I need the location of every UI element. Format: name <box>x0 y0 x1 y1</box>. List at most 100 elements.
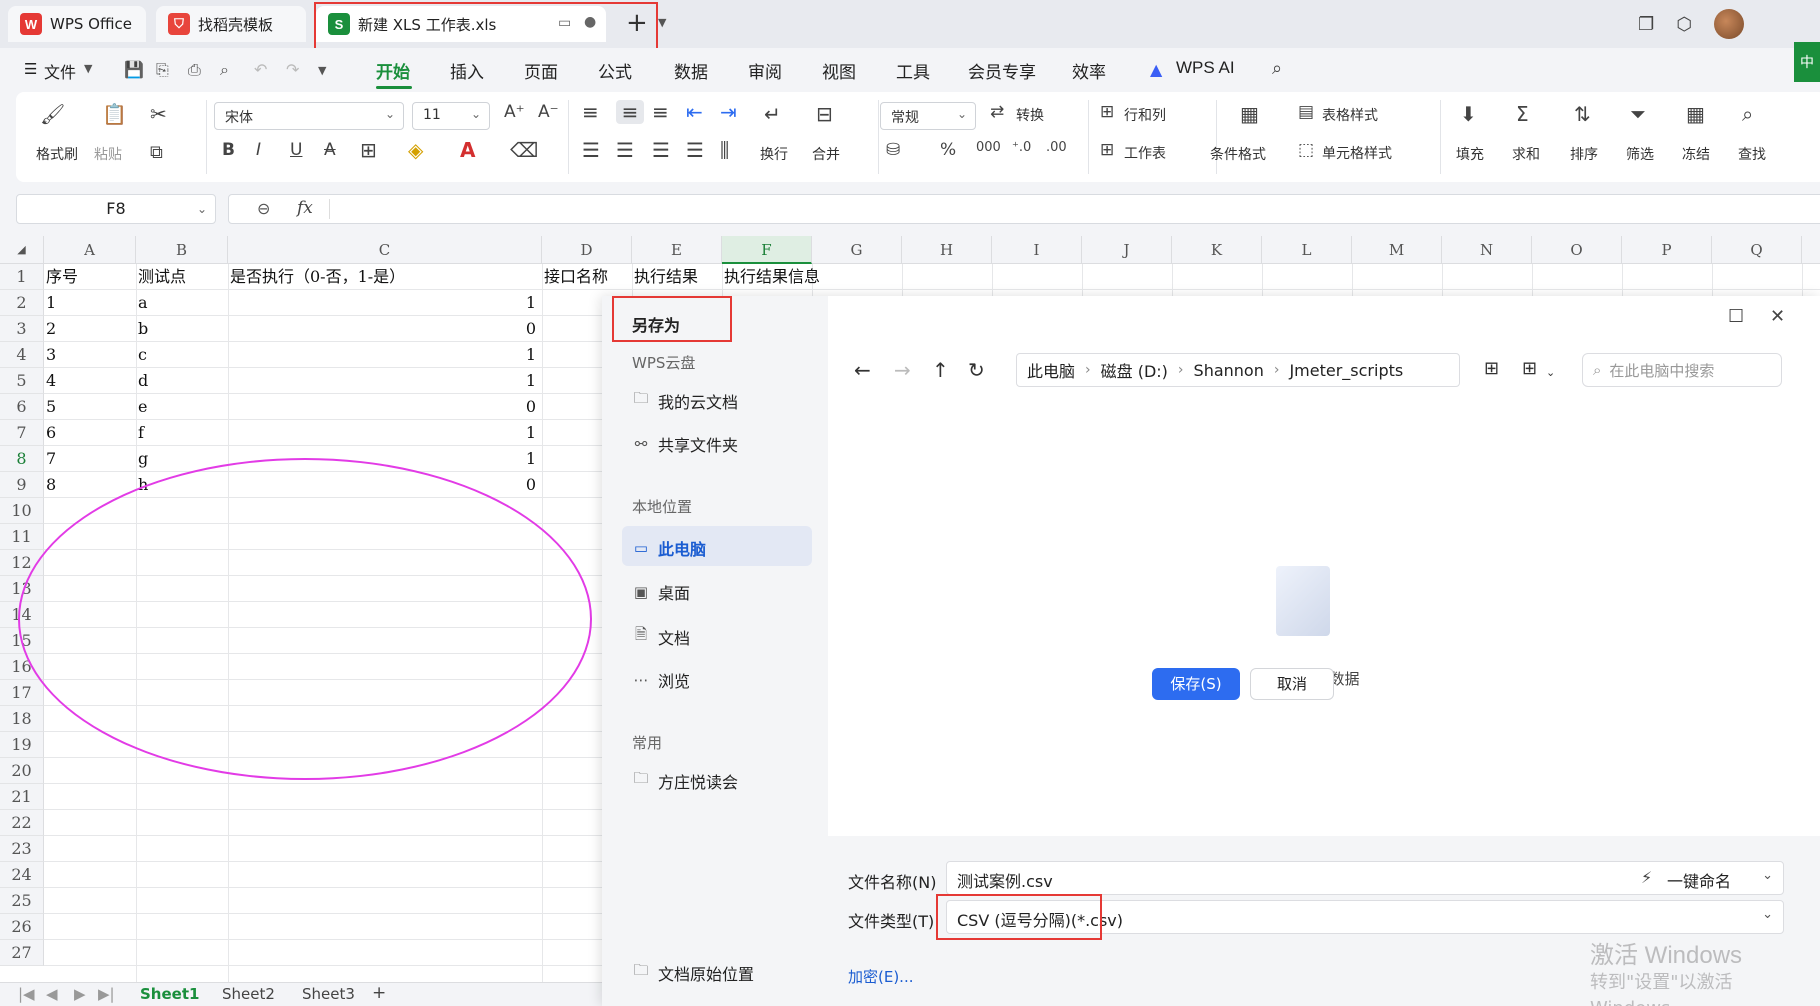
table-cell[interactable]: 0 <box>228 394 536 420</box>
table-cell[interactable]: g <box>138 446 148 472</box>
copy-icon[interactable]: ⧉ <box>150 142 163 163</box>
cut-icon[interactable]: ✂ <box>150 102 167 126</box>
row-header[interactable]: 21 <box>0 784 44 810</box>
row-header[interactable]: 25 <box>0 888 44 914</box>
format-painter-button[interactable]: 格式刷 <box>36 144 78 164</box>
row-header[interactable]: 2 <box>0 290 44 316</box>
sidebar-item-my-cloud[interactable]: 🗀 我的云文档 <box>632 388 738 413</box>
sidebar-item-reading-club[interactable]: 🗀 方庄悦读会 <box>632 768 738 793</box>
increase-decimal-icon[interactable]: ⁺.0 <box>1012 140 1031 155</box>
chevron-down-icon[interactable]: ▼ <box>84 62 92 75</box>
border-icon[interactable]: ⊞ <box>360 138 377 162</box>
table-cell[interactable]: 1 <box>228 368 536 394</box>
breadcrumb[interactable]: 此电脑 › 磁盘 (D:) › Shannon › Jmeter_scripts <box>1016 353 1460 387</box>
row-header[interactable]: 26 <box>0 914 44 940</box>
italic-icon[interactable]: I <box>256 140 261 160</box>
column-header[interactable]: H <box>902 236 992 264</box>
column-header[interactable]: K <box>1172 236 1262 264</box>
column-header[interactable]: P <box>1622 236 1712 264</box>
column-header[interactable]: Q <box>1712 236 1802 264</box>
sidebar-item-documents[interactable]: 🗎 文档 <box>632 624 690 649</box>
cancel-button[interactable]: 取消 <box>1250 668 1334 700</box>
menu-tools[interactable]: 工具 <box>896 58 930 83</box>
table-cell[interactable]: 1 <box>228 290 536 316</box>
filename-field[interactable]: 测试案例.csv ⚡ 一键命名 ⌄ <box>946 861 1784 895</box>
menu-view[interactable]: 视图 <box>822 58 856 83</box>
cube-icon[interactable]: ⬡ <box>1676 14 1692 35</box>
sort-button[interactable]: 排序 <box>1570 144 1598 164</box>
cell-style-button[interactable]: 单元格样式 <box>1322 143 1392 163</box>
header-cell[interactable]: 是否执行（0-否，1-是） <box>230 264 405 290</box>
row-col-icon[interactable]: ⊞ <box>1100 102 1114 122</box>
number-format-select[interactable]: 常规 ⌄ <box>880 102 976 130</box>
table-cell[interactable]: 7 <box>46 446 56 472</box>
table-cell[interactable]: 4 <box>46 368 56 394</box>
column-header[interactable]: G <box>812 236 902 264</box>
sidebar-item-desktop[interactable]: ▣ 桌面 <box>632 580 690 604</box>
table-cell[interactable]: b <box>138 316 148 342</box>
table-cell[interactable]: 0 <box>228 316 536 342</box>
menu-formula[interactable]: 公式 <box>598 58 632 83</box>
language-badge[interactable]: 中 <box>1794 42 1820 82</box>
view-grid-icon[interactable]: ⊞ <box>1522 358 1537 379</box>
column-header[interactable]: J <box>1082 236 1172 264</box>
print-preview-icon[interactable]: ⌕ <box>220 60 229 80</box>
maximize-icon[interactable]: ☐ <box>1728 306 1744 327</box>
font-color-icon[interactable]: A <box>460 138 475 162</box>
fill-button[interactable]: 填充 <box>1456 144 1484 164</box>
align-center-icon[interactable]: ☰ <box>616 138 634 162</box>
align-middle-icon[interactable]: ≡ <box>616 100 644 124</box>
menu-wps-ai[interactable]: WPS AI <box>1176 58 1235 78</box>
fx-icon[interactable]: fx <box>297 198 313 218</box>
column-header[interactable]: F <box>722 236 812 264</box>
chevron-down-icon[interactable]: ▼ <box>658 16 666 29</box>
header-cell[interactable]: 接口名称 <box>544 264 608 290</box>
table-cell[interactable]: e <box>138 394 147 420</box>
row-header[interactable]: 19 <box>0 732 44 758</box>
align-bottom-icon[interactable]: ≡ <box>652 100 669 124</box>
column-header[interactable]: L <box>1262 236 1352 264</box>
undo-icon[interactable]: ↶ <box>254 60 267 79</box>
save-button[interactable]: 保存(S) <box>1152 668 1240 700</box>
row-header[interactable]: 24 <box>0 862 44 888</box>
row-header[interactable]: 17 <box>0 680 44 706</box>
table-cell[interactable]: d <box>138 368 148 394</box>
sort-icon[interactable]: ⇅ <box>1574 102 1591 126</box>
column-header[interactable]: I <box>992 236 1082 264</box>
sheet-tab-3[interactable]: Sheet3 <box>302 985 355 1003</box>
row-header[interactable]: 23 <box>0 836 44 862</box>
find-button[interactable]: 查找 <box>1738 144 1766 164</box>
cell-style-icon[interactable]: ⬚ <box>1298 140 1314 160</box>
add-sheet-button[interactable]: + <box>372 983 386 1003</box>
column-header[interactable]: B <box>136 236 228 264</box>
sum-button[interactable]: 求和 <box>1512 144 1540 164</box>
breadcrumb-item[interactable]: 此电脑 <box>1027 358 1075 382</box>
table-style-icon[interactable]: ▤ <box>1298 102 1314 122</box>
sheet-tab-1[interactable]: Sheet1 <box>140 985 199 1003</box>
row-header[interactable]: 1 <box>0 264 44 290</box>
table-cell[interactable]: 8 <box>46 472 56 498</box>
menu-home[interactable]: 开始 <box>376 58 410 83</box>
file-menu[interactable]: 文件 <box>44 59 76 83</box>
decrease-font-icon[interactable]: A⁻ <box>538 102 559 122</box>
chevron-down-icon[interactable]: ▼ <box>318 64 326 77</box>
sheet-tab-2[interactable]: Sheet2 <box>222 985 275 1003</box>
sum-icon[interactable]: Σ <box>1516 102 1529 126</box>
sidebar-item-original-location[interactable]: 🗀 文档原始位置 <box>632 960 754 985</box>
table-cell[interactable]: 5 <box>46 394 56 420</box>
search-input[interactable]: ⌕ 在此电脑中搜索 <box>1582 353 1782 387</box>
close-icon[interactable]: ✕ <box>1770 306 1785 327</box>
row-header[interactable]: 18 <box>0 706 44 732</box>
convert-button[interactable]: 转换 <box>1016 105 1044 125</box>
strikethrough-icon[interactable]: A <box>324 140 336 160</box>
merge-button[interactable]: 合并 <box>812 144 840 164</box>
column-header[interactable]: C <box>228 236 542 264</box>
rename-button[interactable]: 一键命名 <box>1667 868 1731 892</box>
align-top-icon[interactable]: ≡ <box>582 100 599 124</box>
chevron-down-icon[interactable]: ⌄ <box>1546 366 1555 379</box>
menu-data[interactable]: 数据 <box>674 58 708 83</box>
tab-template[interactable]: ⛉ 找稻壳模板 <box>156 6 306 42</box>
breadcrumb-item[interactable]: 磁盘 (D:) <box>1101 358 1168 382</box>
menu-page[interactable]: 页面 <box>524 58 558 83</box>
align-left-icon[interactable]: ☰ <box>582 138 600 162</box>
